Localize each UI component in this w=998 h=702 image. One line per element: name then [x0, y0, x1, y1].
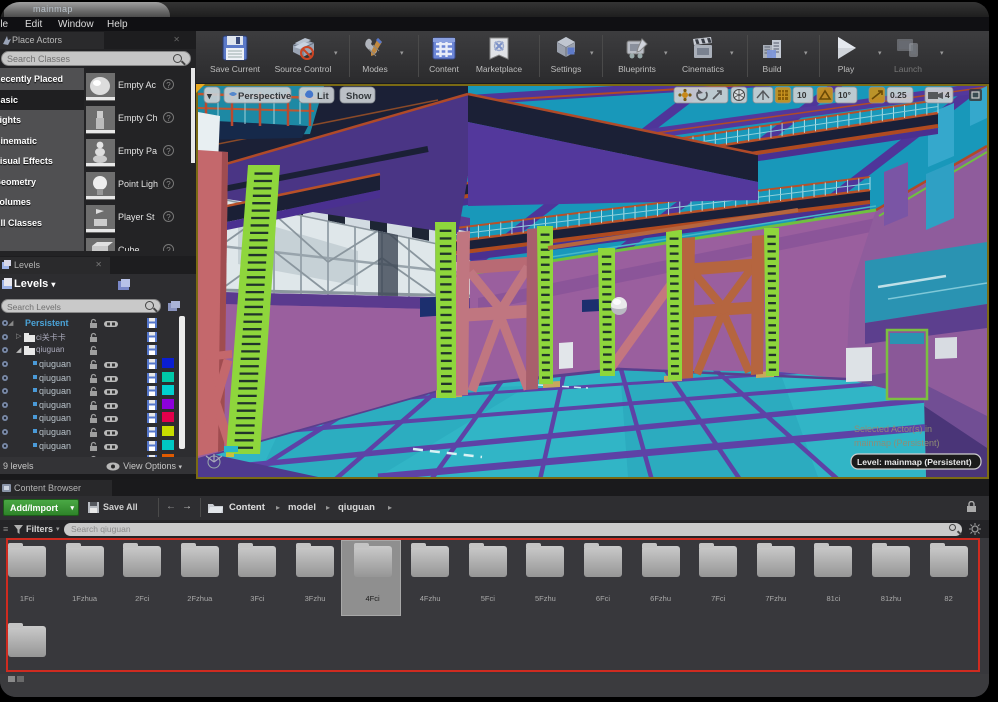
- svg-text:Perspective: Perspective: [238, 91, 291, 102]
- svg-text:mainmap (Persistent): mainmap (Persistent): [854, 438, 940, 448]
- svg-text:0.25: 0.25: [890, 90, 907, 100]
- svg-text:Level: mainmap (Persistent): Level: mainmap (Persistent): [857, 457, 972, 467]
- svg-text:10: 10: [797, 90, 807, 100]
- svg-text:4: 4: [945, 90, 950, 100]
- svg-text:Lit: Lit: [317, 91, 329, 102]
- svg-text:Selected Actor(s) in: Selected Actor(s) in: [854, 424, 932, 434]
- svg-text:10°: 10°: [838, 90, 851, 100]
- svg-text:Show: Show: [346, 91, 372, 102]
